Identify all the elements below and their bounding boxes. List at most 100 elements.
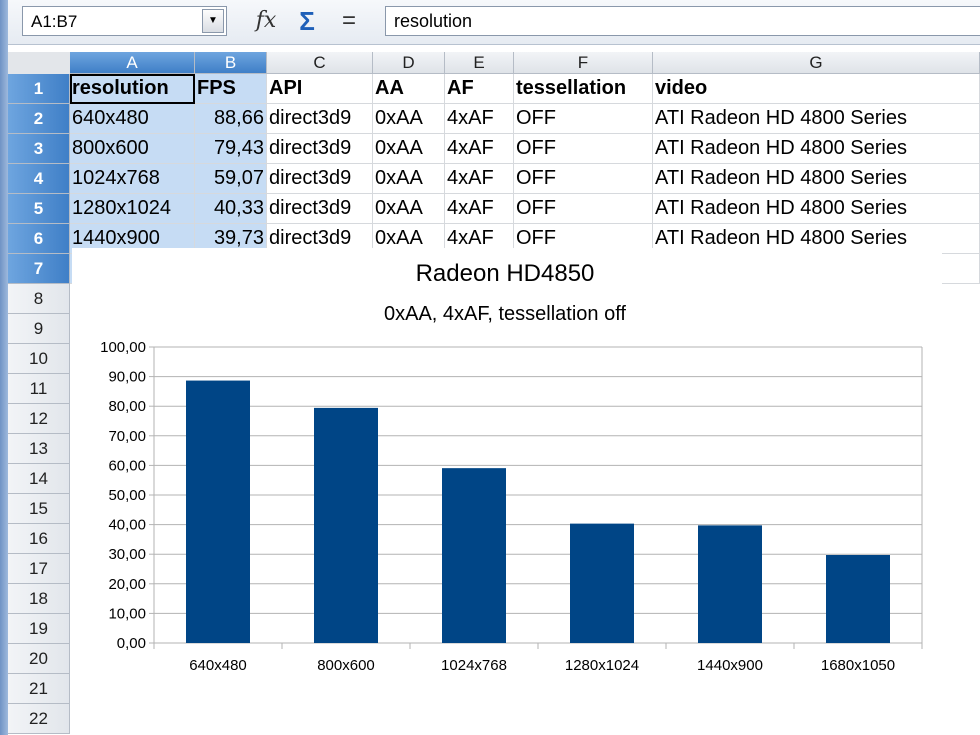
column-header-c[interactable]: C	[267, 52, 373, 74]
table-cell[interactable]: direct3d9	[267, 164, 373, 194]
sum-icon[interactable]: Σ	[291, 5, 323, 37]
formula-input[interactable]: resolution	[385, 6, 980, 36]
table-cell[interactable]: 59,07	[195, 164, 267, 194]
y-tick-label: 40,00	[108, 517, 146, 534]
row-header-3[interactable]: 3	[8, 134, 70, 164]
bar	[442, 468, 506, 643]
row-header-20[interactable]: 20	[8, 644, 70, 674]
table-cell[interactable]: OFF	[514, 164, 653, 194]
x-tick-label: 1280x1024	[565, 657, 639, 674]
column-header-f[interactable]: F	[514, 52, 653, 74]
row-header-15[interactable]: 15	[8, 494, 70, 524]
table-cell[interactable]: 4xAF	[445, 194, 514, 224]
table-cell[interactable]: 800x600	[70, 134, 195, 164]
table-cell[interactable]: 79,43	[195, 134, 267, 164]
header-cell[interactable]: video	[653, 74, 980, 104]
row-header-9[interactable]: 9	[8, 314, 70, 344]
row-header-21[interactable]: 21	[8, 674, 70, 704]
row-header-13[interactable]: 13	[8, 434, 70, 464]
row-header-18[interactable]: 18	[8, 584, 70, 614]
row-header-17[interactable]: 17	[8, 554, 70, 584]
formula-input-value: resolution	[394, 11, 473, 31]
x-tick-label: 1024x768	[441, 657, 507, 674]
bar	[826, 554, 890, 643]
row-header-4[interactable]: 4	[8, 164, 70, 194]
y-tick-label: 0,00	[117, 635, 146, 652]
equals-icon[interactable]: =	[333, 5, 365, 37]
table-cell[interactable]: OFF	[514, 194, 653, 224]
table-cell[interactable]: 640x480	[70, 104, 195, 134]
table-cell[interactable]: OFF	[514, 134, 653, 164]
row-header-8[interactable]: 8	[8, 284, 70, 314]
x-tick-label: 800x600	[317, 657, 375, 674]
header-cell[interactable]: AA	[373, 74, 445, 104]
table-cell[interactable]: 0xAA	[373, 164, 445, 194]
row-header-7[interactable]: 7	[8, 254, 70, 284]
row-header-16[interactable]: 16	[8, 524, 70, 554]
row-header-19[interactable]: 19	[8, 614, 70, 644]
row-header-14[interactable]: 14	[8, 464, 70, 494]
select-all-corner[interactable]	[8, 52, 71, 75]
table-cell[interactable]: ATI Radeon HD 4800 Series	[653, 134, 980, 164]
table-cell[interactable]: ATI Radeon HD 4800 Series	[653, 164, 980, 194]
table-cell[interactable]: 4xAF	[445, 104, 514, 134]
name-box-value: A1:B7	[31, 12, 78, 31]
table-cell[interactable]: direct3d9	[267, 134, 373, 164]
chart-subtitle: 0xAA, 4xAF, tessellation off	[384, 303, 626, 325]
header-cell[interactable]: AF	[445, 74, 514, 104]
header-cell[interactable]: tessellation	[514, 74, 653, 104]
bar	[186, 380, 250, 643]
table-cell[interactable]: 0xAA	[373, 134, 445, 164]
table-cell[interactable]: ATI Radeon HD 4800 Series	[653, 104, 980, 134]
column-header-e[interactable]: E	[445, 52, 514, 74]
table-cell[interactable]: 1280x1024	[70, 194, 195, 224]
column-header-a[interactable]: A	[70, 52, 195, 74]
bar-chart[interactable]: Radeon HD4850 0xAA, 4xAF, tessellation of…	[72, 248, 942, 693]
y-tick-label: 60,00	[108, 457, 146, 474]
row-header-5[interactable]: 5	[8, 194, 70, 224]
header-cell[interactable]: API	[267, 74, 373, 104]
x-tick-label: 1680x1050	[821, 657, 895, 674]
bar	[314, 407, 378, 643]
table-cell[interactable]: OFF	[514, 104, 653, 134]
table-cell[interactable]: 0xAA	[373, 194, 445, 224]
y-tick-label: 100,00	[100, 339, 146, 356]
y-tick-label: 50,00	[108, 487, 146, 504]
table-cell[interactable]: 0xAA	[373, 104, 445, 134]
y-tick-label: 10,00	[108, 605, 146, 622]
x-tick-label: 640x480	[189, 657, 247, 674]
y-tick-label: 30,00	[108, 546, 146, 563]
table-cell[interactable]: 40,33	[195, 194, 267, 224]
y-tick-label: 80,00	[108, 398, 146, 415]
header-cell[interactable]: resolution	[70, 74, 195, 104]
name-box[interactable]: A1:B7 ▼	[22, 6, 227, 36]
table-cell[interactable]: 4xAF	[445, 164, 514, 194]
window-left-edge	[0, 0, 8, 735]
table-cell[interactable]: 1024x768	[70, 164, 195, 194]
chevron-down-icon[interactable]: ▼	[202, 9, 224, 33]
row-header-10[interactable]: 10	[8, 344, 70, 374]
bar	[698, 525, 762, 643]
row-header-22[interactable]: 22	[8, 704, 70, 734]
row-header-1[interactable]: 1	[8, 74, 70, 104]
column-header-d[interactable]: D	[373, 52, 445, 74]
y-tick-label: 20,00	[108, 576, 146, 593]
table-cell[interactable]: direct3d9	[267, 104, 373, 134]
column-header-g[interactable]: G	[653, 52, 980, 74]
row-header-2[interactable]: 2	[8, 104, 70, 134]
row-header-6[interactable]: 6	[8, 224, 70, 254]
y-tick-label: 90,00	[108, 369, 146, 386]
bar	[570, 523, 634, 643]
y-tick-label: 70,00	[108, 428, 146, 445]
column-header-b[interactable]: B	[195, 52, 267, 74]
table-cell[interactable]: direct3d9	[267, 194, 373, 224]
x-tick-label: 1440x900	[697, 657, 763, 674]
table-cell[interactable]: ATI Radeon HD 4800 Series	[653, 194, 980, 224]
table-cell[interactable]: 4xAF	[445, 134, 514, 164]
header-cell[interactable]: FPS	[195, 74, 267, 104]
table-cell[interactable]: 88,66	[195, 104, 267, 134]
function-wizard-icon[interactable]: fx	[250, 5, 282, 37]
chart-title: Radeon HD4850	[416, 260, 595, 287]
row-header-11[interactable]: 11	[8, 374, 70, 404]
row-header-12[interactable]: 12	[8, 404, 70, 434]
